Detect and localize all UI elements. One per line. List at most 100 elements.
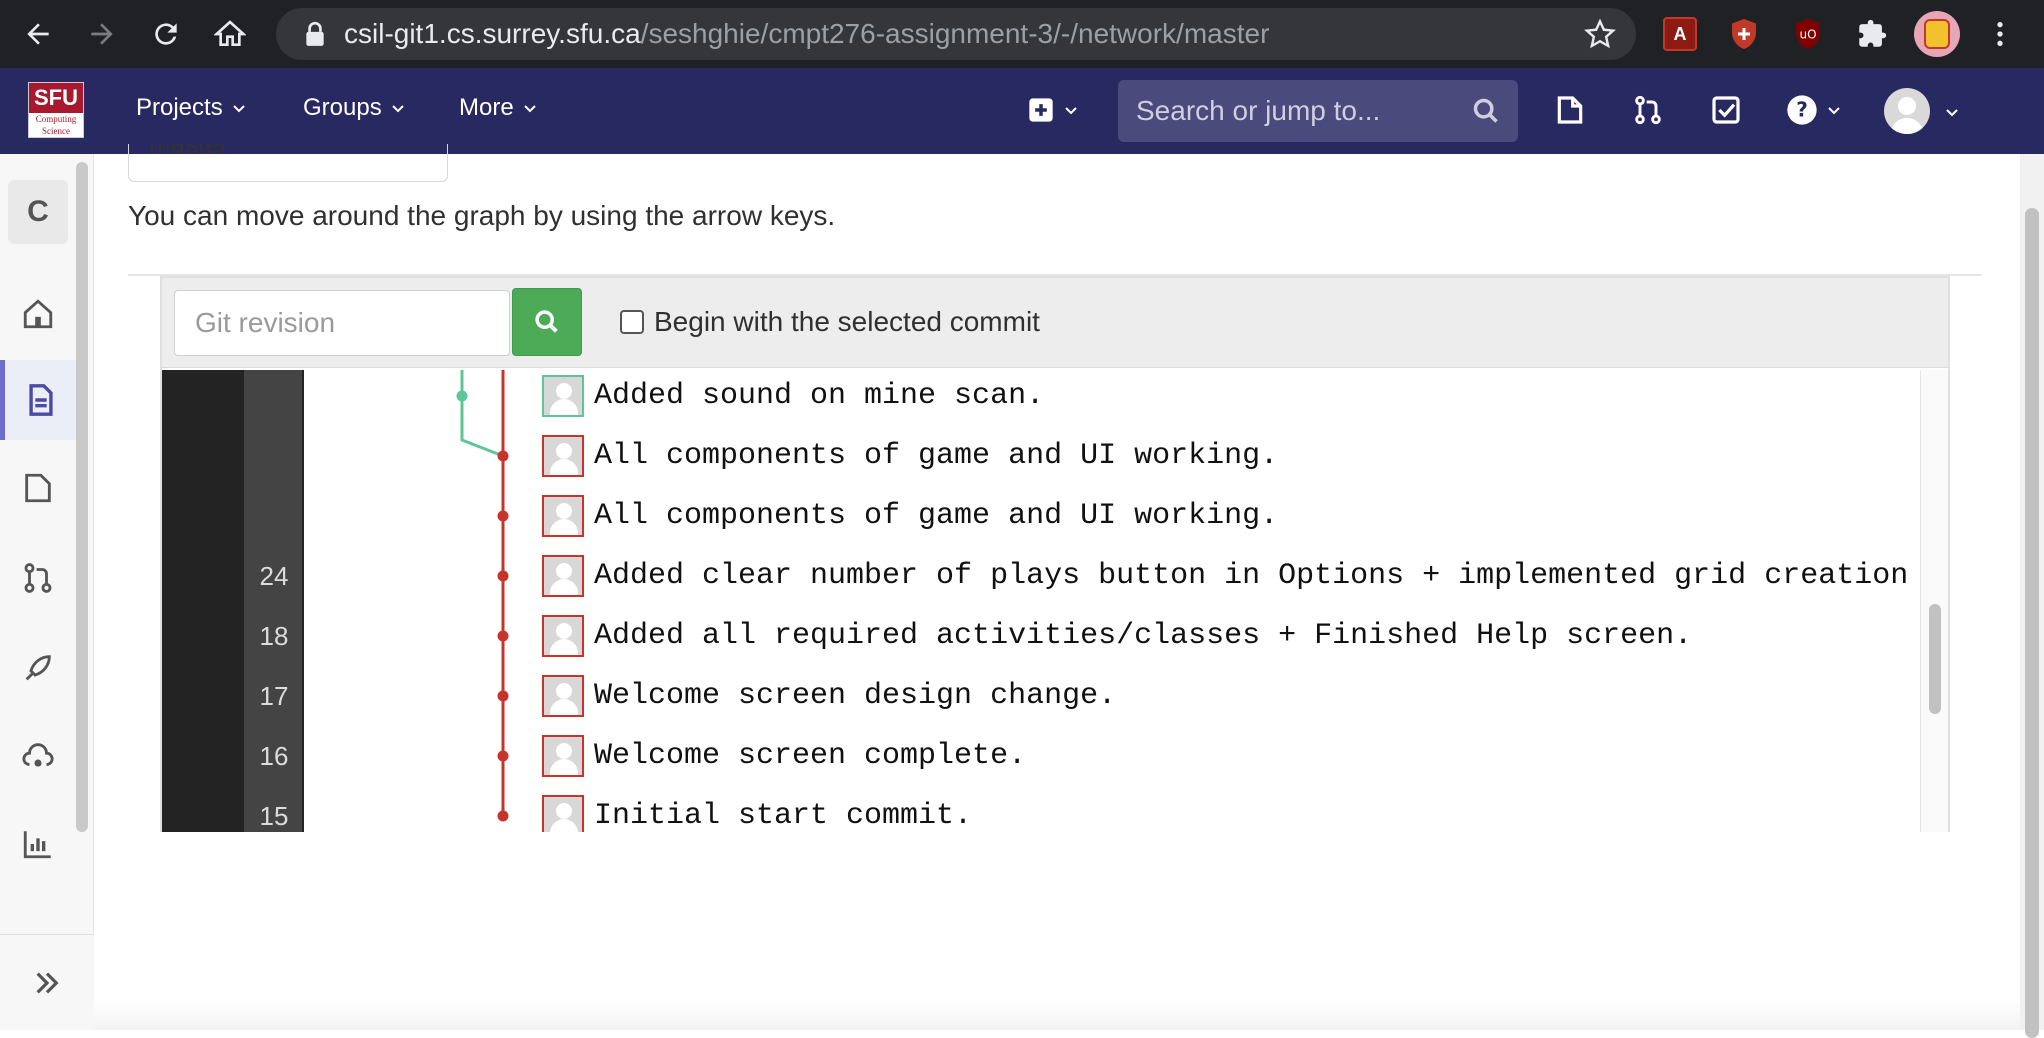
- pdf-extension-icon[interactable]: A: [1660, 14, 1700, 54]
- project-sidebar: C: [0, 154, 94, 1030]
- sidebar-item-repository[interactable]: [0, 360, 76, 440]
- help-dropdown[interactable]: ?: [1782, 90, 1846, 130]
- forward-arrow-icon: [91, 23, 113, 45]
- sidebar-item-merge-requests[interactable]: [0, 538, 76, 618]
- commit-row[interactable]: Welcome screen complete.: [542, 732, 1026, 780]
- revision-search-button[interactable]: [512, 288, 582, 356]
- todos-icon[interactable]: [1706, 90, 1746, 130]
- sfu-logo[interactable]: SFU Computing Science: [28, 82, 84, 138]
- reload-button[interactable]: [140, 8, 192, 60]
- commit-row[interactable]: All components of game and UI working.: [542, 492, 1278, 540]
- sidebar-item-operations[interactable]: [0, 716, 76, 796]
- network-graph[interactable]: Added sound on mine scan. All components …: [162, 370, 1948, 832]
- begin-checkbox[interactable]: [620, 310, 644, 334]
- commit-row[interactable]: Welcome screen design change.: [542, 672, 1116, 720]
- commit-author-avatar[interactable]: [542, 675, 584, 717]
- row-number: 17: [259, 681, 289, 711]
- search-icon: [1473, 98, 1498, 123]
- address-bar[interactable]: csil-git1.cs.surrey.sfu.ca/seshghie/cmpt…: [276, 8, 1636, 60]
- commit-dot[interactable]: [497, 510, 509, 522]
- commit-row[interactable]: Added sound on mine scan.: [542, 372, 1044, 420]
- side-branch-line: [460, 370, 504, 458]
- back-arrow-icon: [27, 23, 49, 45]
- begin-with-selected-commit[interactable]: Begin with the selected commit: [620, 306, 1040, 338]
- sidebar-item-analytics[interactable]: [0, 804, 76, 884]
- commit-dot[interactable]: [497, 690, 509, 702]
- row-number: 16: [259, 741, 289, 771]
- commit-message[interactable]: Welcome screen complete.: [594, 739, 1026, 773]
- bookmark-star-icon[interactable]: [1584, 18, 1616, 50]
- shield-extension-icon[interactable]: [1724, 14, 1764, 54]
- commit-message[interactable]: Added all required activities/classes + …: [594, 619, 1692, 653]
- new-item-dropdown[interactable]: [1018, 90, 1088, 130]
- browser-toolbar: csil-git1.cs.surrey.sfu.ca/seshghie/cmpt…: [0, 0, 2044, 68]
- url-text: csil-git1.cs.surrey.sfu.ca/seshghie/cmpt…: [344, 18, 1270, 49]
- issues-icon[interactable]: [1550, 90, 1590, 130]
- merge-requests-icon: [24, 563, 52, 593]
- projects-menu[interactable]: Projects: [136, 94, 247, 122]
- page-scroll-thumb[interactable]: [2025, 208, 2039, 1038]
- merge-requests-icon[interactable]: [1628, 90, 1668, 130]
- sidebar-scrollbar[interactable]: [76, 162, 88, 832]
- sidebar-item-issues[interactable]: [0, 448, 76, 528]
- commit-row[interactable]: All components of game and UI working.: [542, 432, 1278, 480]
- forward-button[interactable]: [76, 8, 128, 60]
- commit-dot[interactable]: [456, 390, 468, 402]
- home-button[interactable]: [204, 8, 256, 60]
- user-avatar[interactable]: [1884, 88, 1930, 134]
- commit-row[interactable]: Added clear number of plays button in Op…: [542, 552, 1948, 600]
- chevron-down-icon: [1065, 107, 1077, 115]
- search-input[interactable]: [1136, 95, 1456, 127]
- extensions-puzzle-icon[interactable]: [1852, 14, 1892, 54]
- row-number: 18: [259, 621, 289, 651]
- page-scrollbar[interactable]: [2020, 154, 2044, 1038]
- collapse-sidebar-button[interactable]: [0, 934, 94, 1030]
- commit-author-avatar[interactable]: [542, 555, 584, 597]
- commit-message[interactable]: Welcome screen design change.: [594, 679, 1116, 713]
- row-number: 24: [259, 561, 289, 591]
- reload-icon: [155, 23, 177, 45]
- commit-author-avatar[interactable]: [542, 615, 584, 657]
- branch-select[interactable]: master: [128, 144, 448, 182]
- git-revision-input[interactable]: [174, 290, 510, 356]
- commit-message[interactable]: All components of game and UI working.: [594, 499, 1278, 533]
- gitlab-top-nav: SFU Computing Science Projects Groups Mo…: [0, 68, 2044, 154]
- graph-scroll-thumb[interactable]: [1929, 604, 1941, 714]
- chevron-down-icon[interactable]: [1944, 104, 1960, 120]
- groups-menu[interactable]: Groups: [303, 94, 406, 122]
- commit-message[interactable]: All components of game and UI working.: [594, 439, 1278, 473]
- network-graph-panel: Begin with the selected commit Added sou…: [160, 276, 1950, 832]
- more-menu[interactable]: More: [459, 94, 538, 122]
- svg-text:uO: uO: [1799, 28, 1816, 42]
- commit-row[interactable]: Added all required activities/classes + …: [542, 612, 1692, 660]
- commit-author-avatar[interactable]: [542, 495, 584, 537]
- commit-row[interactable]: Initial start commit.: [542, 792, 972, 832]
- chevron-down-icon: [523, 105, 536, 113]
- commit-author-avatar[interactable]: [542, 435, 584, 477]
- browser-menu-icon[interactable]: [1980, 14, 2020, 54]
- commit-message[interactable]: Added clear number of plays button in Op…: [594, 559, 1948, 593]
- ublock-extension-icon[interactable]: uO: [1788, 14, 1828, 54]
- commit-message[interactable]: Initial start commit.: [594, 799, 972, 832]
- project-avatar[interactable]: C: [8, 180, 68, 244]
- commit-author-avatar[interactable]: [542, 375, 584, 417]
- rocket-icon: [25, 655, 51, 681]
- commit-dot[interactable]: [497, 750, 509, 762]
- profile-avatar-icon[interactable]: [1914, 11, 1960, 57]
- lock-icon: [306, 21, 324, 46]
- graph-scrollbar[interactable]: [1920, 370, 1948, 832]
- row-number: 15: [259, 801, 289, 831]
- commit-dot[interactable]: [497, 810, 509, 822]
- commit-dot[interactable]: [497, 630, 509, 642]
- commit-author-avatar[interactable]: [542, 795, 584, 832]
- commit-dot[interactable]: [497, 570, 509, 582]
- commit-dot[interactable]: [497, 450, 509, 462]
- search-box[interactable]: [1118, 80, 1518, 142]
- sidebar-item-cicd[interactable]: [0, 628, 76, 708]
- commit-author-avatar[interactable]: [542, 735, 584, 777]
- sidebar-item-project-overview[interactable]: [0, 274, 76, 354]
- commit-message[interactable]: Added sound on mine scan.: [594, 379, 1044, 413]
- bottom-area: [94, 1000, 2020, 1030]
- back-button[interactable]: [12, 8, 64, 60]
- search-icon: [535, 310, 558, 333]
